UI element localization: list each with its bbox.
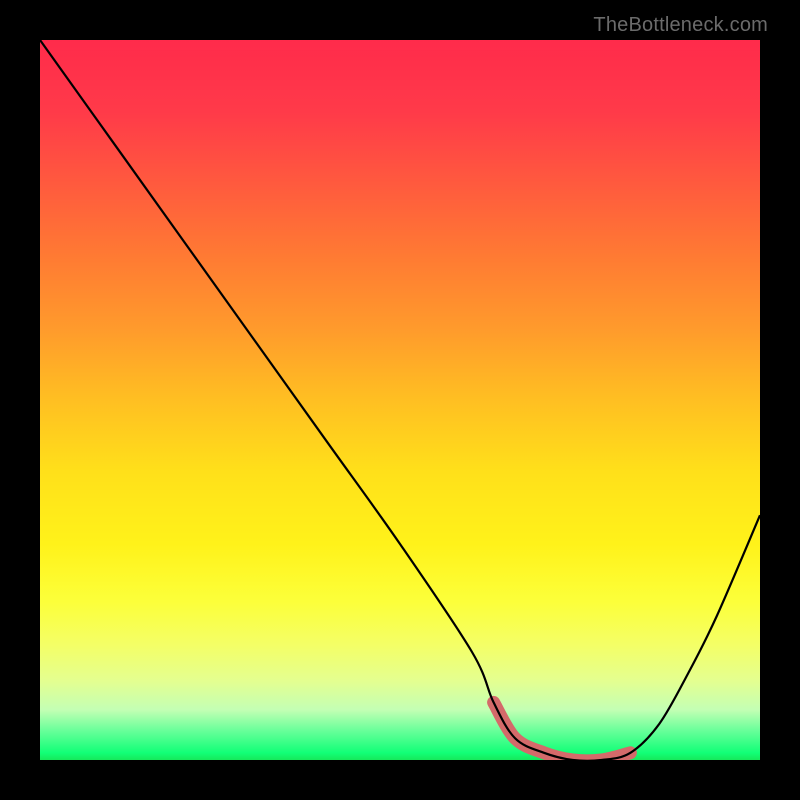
- curve-layer: [40, 40, 760, 760]
- bottleneck-curve-line: [40, 40, 760, 760]
- highlight-segment: [494, 702, 631, 760]
- chart-frame: TheBottleneck.com: [0, 0, 800, 800]
- plot-area: [40, 40, 760, 760]
- attribution-text: TheBottleneck.com: [593, 14, 768, 37]
